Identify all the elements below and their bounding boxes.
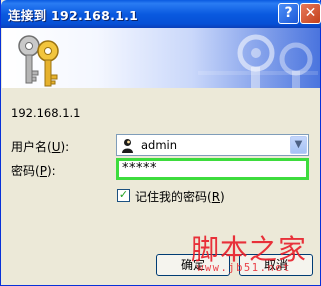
close-button[interactable]: ✕ bbox=[300, 3, 321, 24]
close-icon: ✕ bbox=[304, 5, 317, 21]
remember-password-label[interactable]: 记住我的密码(R) bbox=[135, 188, 225, 205]
password-value: ***** bbox=[122, 161, 157, 176]
user-icon bbox=[122, 139, 133, 153]
dialog-banner bbox=[2, 28, 320, 88]
username-combobox[interactable]: admin ▼ bbox=[116, 134, 309, 156]
chevron-down-icon[interactable]: ▼ bbox=[290, 136, 307, 154]
username-accesskey: U bbox=[51, 140, 61, 154]
remember-password-checkbox[interactable]: ✓ bbox=[117, 189, 130, 202]
remember-password-text: 记住我的密码 bbox=[135, 190, 208, 204]
help-button[interactable]: ? bbox=[278, 3, 299, 24]
host-address: 192.168.1.1 bbox=[11, 106, 81, 120]
watermark-url: www.jb51.net bbox=[197, 262, 291, 274]
remember-accesskey: R bbox=[211, 190, 221, 204]
username-label: 用户名(U): bbox=[11, 140, 70, 154]
help-icon: ? bbox=[284, 5, 293, 21]
username-value: admin bbox=[141, 138, 178, 152]
keys-icon bbox=[18, 35, 59, 87]
password-accesskey: P bbox=[39, 164, 47, 178]
password-label: 密码(P): bbox=[11, 164, 56, 178]
window-title: 连接到 192.168.1.1 bbox=[8, 8, 139, 23]
username-label-text: 用户名 bbox=[11, 140, 48, 154]
title-bar[interactable]: 连接到 192.168.1.1 ? ✕ bbox=[1, 0, 321, 28]
password-label-text: 密码 bbox=[11, 164, 36, 178]
login-dialog: 连接到 192.168.1.1 ? ✕ 192.168.1.1 用户名(U): … bbox=[0, 0, 321, 286]
password-field[interactable]: ***** bbox=[116, 158, 309, 180]
banner-decoration bbox=[198, 34, 318, 88]
